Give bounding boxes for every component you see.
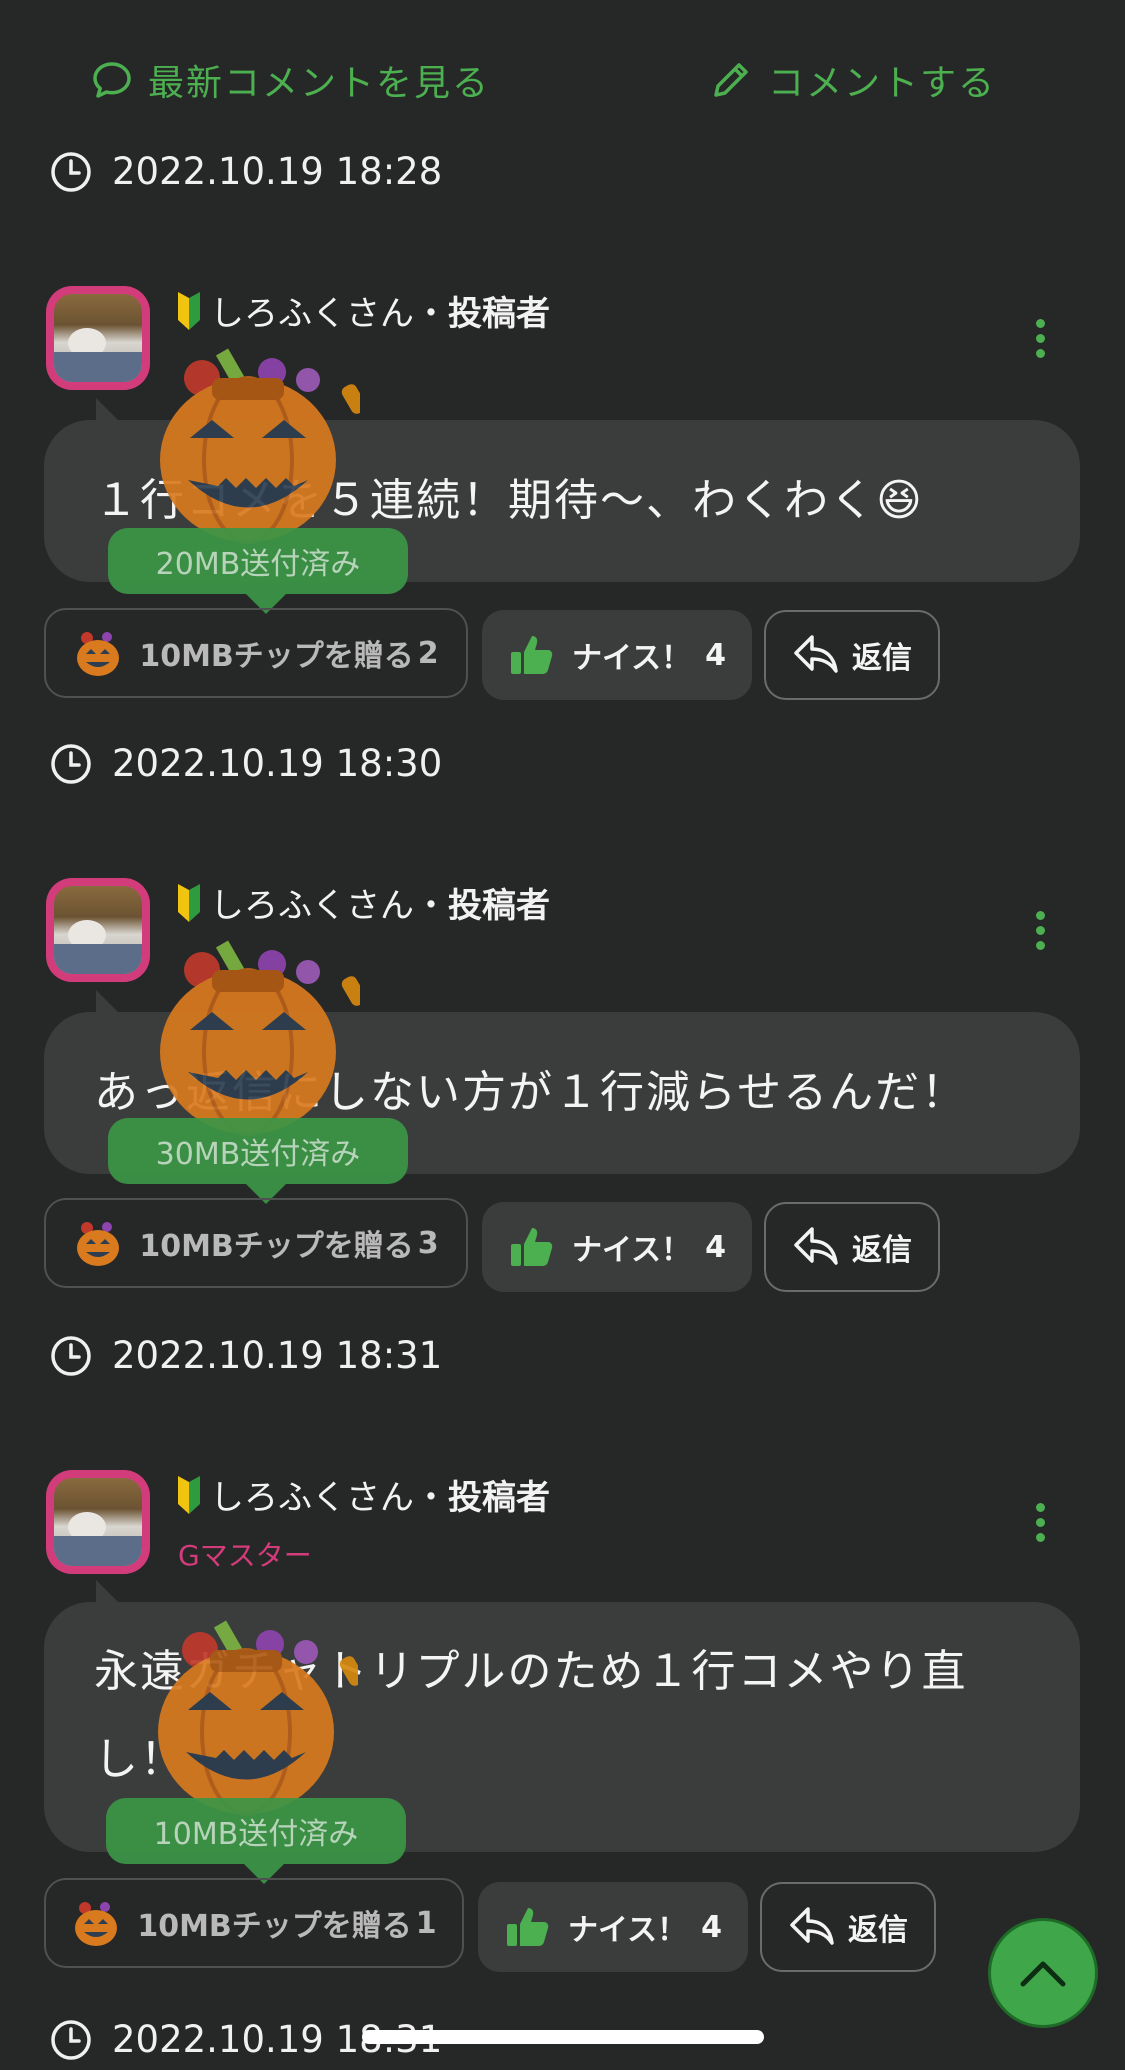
latest-comments-label: 最新コメントを見る (148, 63, 491, 104)
nice-button[interactable]: ナイス！ 4 (482, 1202, 752, 1292)
tip-label: 10MBチップを贈る (139, 639, 414, 674)
pumpkin-icon (77, 1222, 120, 1266)
nice-button[interactable]: ナイス！ 4 (478, 1882, 748, 1972)
timestamp-text: 2022.10.19 18:31 (112, 1334, 443, 1377)
name-separator: ・ (414, 294, 448, 334)
pumpkin-icon (75, 1902, 118, 1946)
beginner-mark-icon (178, 1475, 200, 1514)
reply-button[interactable]: 返信 (760, 1882, 936, 1972)
comment-timestamp: 2022.10.19 18:28 (50, 150, 442, 193)
kebab-menu-icon[interactable] (1035, 316, 1045, 361)
send-tip-button[interactable]: 10MBチップを贈る 3 (44, 1198, 468, 1288)
reply-label: 返信 (848, 1913, 908, 1948)
scroll-to-top-button[interactable] (988, 1918, 1098, 2028)
thumbs-up-icon (507, 1908, 549, 1946)
nice-button[interactable]: ナイス！ 4 (482, 610, 752, 700)
clock-icon (51, 743, 91, 784)
user-name[interactable]: しろふくさん (210, 1470, 414, 1519)
nice-count: 4 (705, 1229, 726, 1265)
user-name[interactable]: しろふくさん (210, 878, 414, 927)
send-tip-button[interactable]: 10MBチップを贈る 2 (44, 608, 468, 698)
pumpkin-icon (77, 632, 120, 676)
beginner-mark-icon (178, 883, 200, 922)
comment-timestamp: 2022.10.19 18:30 (50, 742, 442, 785)
user-name[interactable]: しろふくさん (210, 286, 414, 335)
user-name-row: しろふくさん ・ 投稿者 (176, 286, 550, 335)
poster-role: 投稿者 (448, 294, 550, 334)
avatar[interactable] (46, 1470, 150, 1574)
reply-arrow-icon (790, 1907, 834, 1945)
reply-button[interactable]: 返信 (764, 1202, 940, 1292)
tip-label: 10MBチップを贈る (139, 1229, 414, 1264)
comment-page: 最新コメントを見る コメントする 2022.10.19 18:28 しろふくさん… (0, 0, 1125, 2070)
write-comment-link[interactable]: コメントする (708, 50, 996, 110)
name-separator: ・ (414, 886, 448, 926)
avatar[interactable] (46, 286, 150, 390)
comment-text-line-2: し！ (94, 1734, 186, 1785)
sent-tip-badge: 10MB送付済み (106, 1798, 406, 1884)
sent-tip-badge: 20MB送付済み (108, 528, 408, 614)
timestamp-text: 2022.10.19 18:30 (112, 742, 443, 785)
clock-icon (51, 1335, 91, 1376)
sent-tip-label: 10MB送付済み (153, 1817, 359, 1852)
nice-label: ナイス！ (572, 1233, 692, 1268)
nice-count: 4 (701, 1909, 722, 1945)
reply-label: 返信 (852, 1233, 912, 1268)
chat-bubble-icon (93, 62, 131, 98)
timestamp-text: 2022.10.19 18:28 (112, 150, 443, 193)
reply-button[interactable]: 返信 (764, 610, 940, 700)
beginner-mark-icon (178, 291, 200, 330)
reply-arrow-icon (794, 635, 838, 673)
nice-count: 4 (705, 637, 726, 673)
kebab-menu-icon[interactable] (1035, 1500, 1045, 1545)
nice-label: ナイス！ (568, 1913, 688, 1948)
tip-count: 1 (415, 1905, 437, 1941)
nice-label: ナイス！ (572, 641, 692, 676)
user-rank: Gマスター (178, 1539, 312, 1572)
avatar[interactable] (46, 878, 150, 982)
latest-comments-link[interactable]: 最新コメントを見る (90, 50, 490, 110)
comment-timestamp: 2022.10.19 18:31 (50, 1334, 442, 1377)
write-comment-label: コメントする (768, 63, 997, 104)
poster-role: 投稿者 (448, 1478, 550, 1518)
sent-tip-label: 30MB送付済み (155, 1137, 361, 1172)
sent-tip-badge: 30MB送付済み (108, 1118, 408, 1204)
reply-arrow-icon (794, 1227, 838, 1265)
pencil-icon (714, 63, 748, 97)
send-tip-button[interactable]: 10MBチップを贈る 1 (44, 1878, 464, 1968)
tip-count: 2 (417, 635, 439, 671)
clock-icon (51, 151, 91, 192)
tip-count: 3 (417, 1225, 439, 1261)
thumbs-up-icon (511, 1228, 553, 1266)
poster-role: 投稿者 (448, 886, 550, 926)
comment-text-line-1: 永遠ガチャトリプルのため１行コメやり直 (94, 1646, 968, 1697)
home-indicator[interactable] (362, 2030, 764, 2044)
sent-tip-label: 20MB送付済み (155, 547, 361, 582)
thumbs-up-icon (511, 636, 553, 674)
name-separator: ・ (414, 1478, 448, 1518)
reply-label: 返信 (852, 641, 912, 676)
chevron-up-icon (1020, 1961, 1066, 1987)
clock-icon (51, 2019, 91, 2060)
tip-label: 10MBチップを贈る (137, 1909, 412, 1944)
user-name-row: しろふくさん ・ 投稿者 (176, 1470, 550, 1519)
kebab-menu-icon[interactable] (1035, 908, 1045, 953)
user-name-row: しろふくさん ・ 投稿者 (176, 878, 550, 927)
